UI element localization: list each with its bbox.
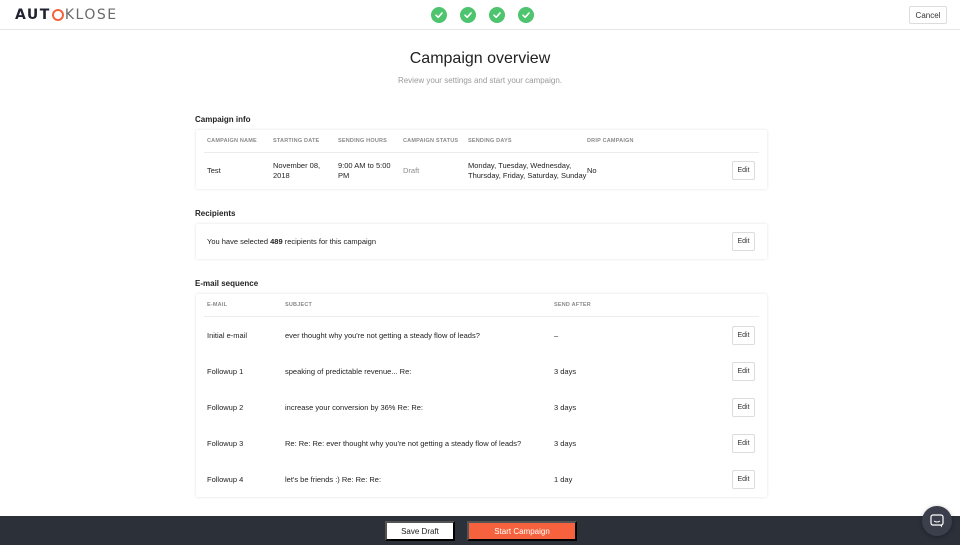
email-name: Followup 3 <box>207 439 244 448</box>
step-4-check-icon[interactable] <box>518 7 534 23</box>
starting-date-line-2: 2018 <box>273 171 290 180</box>
cancel-button[interactable]: Cancel <box>909 6 947 24</box>
sending-days-line-2: Thursday, Friday, Saturday, Sunday <box>468 171 587 180</box>
step-1-check-icon[interactable] <box>431 7 447 23</box>
campaign-name-value: Test <box>207 166 221 175</box>
recipients-count: 489 <box>270 237 283 246</box>
sending-hours-line-2: PM <box>338 171 350 180</box>
sending-hours-line-1: 9:00 AM to 5:00 <box>338 161 391 170</box>
col-starting-date: Starting date <box>273 138 320 144</box>
logo-gear-icon <box>51 9 64 21</box>
edit-email-button[interactable]: Edit <box>732 434 755 453</box>
edit-email-button[interactable]: Edit <box>732 398 755 417</box>
campaign-info-title: Campaign info <box>195 115 251 124</box>
col-campaign-status: Campaign status <box>403 138 459 144</box>
col-sending-hours: Sending hours <box>338 138 388 144</box>
email-subject: let's be friends :) Re: Re: Re: <box>285 475 382 484</box>
edit-email-button[interactable]: Edit <box>732 470 755 489</box>
email-send-after: 3 days <box>554 403 577 412</box>
edit-email-button[interactable]: Edit <box>732 326 755 345</box>
sending-hours-value: 9:00 AM to 5:00 PM <box>338 161 391 181</box>
logo-text-left: AUT <box>15 7 51 23</box>
chat-icon <box>930 514 944 528</box>
step-3-check-icon[interactable] <box>489 7 505 23</box>
sending-days-value: Monday, Tuesday, Wednesday, Thursday, Fr… <box>468 161 586 181</box>
email-name: Followup 2 <box>207 403 244 412</box>
email-subject: increase your conversion by 36% Re: Re: <box>285 403 423 412</box>
recipients-summary: You have selected 489 recipients for thi… <box>207 237 376 247</box>
logo-text-mid: K <box>64 7 76 23</box>
save-draft-button[interactable]: Save Draft <box>385 521 455 541</box>
step-2-check-icon[interactable] <box>460 7 476 23</box>
col-send-after: Send after <box>554 302 591 308</box>
email-send-after: – <box>554 331 559 340</box>
col-sending-days: Sending days <box>468 138 512 144</box>
email-sequence-card: E-mail Subject Send after Initial e-mail… <box>196 294 767 497</box>
campaign-info-card: Campaign name Starting date Sending hour… <box>196 130 767 189</box>
divider <box>204 316 759 317</box>
recipients-title: Recipients <box>195 209 236 218</box>
start-campaign-button[interactable]: Start Campaign <box>467 521 577 541</box>
email-send-after: 1 day <box>554 475 573 484</box>
chat-widget-button[interactable] <box>922 506 952 536</box>
bottom-action-bar: Save Draft Start Campaign <box>0 516 960 545</box>
recipients-text-after: recipients for this campaign <box>282 237 377 246</box>
recipients-text-before: You have selected <box>207 237 271 246</box>
email-sequence-title: E-mail sequence <box>195 279 259 288</box>
page-title: Campaign overview <box>409 50 551 67</box>
edit-recipients-button[interactable]: Edit <box>732 232 755 251</box>
page-subtitle: Review your settings and start your camp… <box>397 76 563 85</box>
progress-steps <box>431 7 547 23</box>
col-subject: Subject <box>285 302 313 308</box>
col-drip-campaign: Drip campaign <box>587 138 634 144</box>
logo-text-right: LOSE <box>75 7 118 23</box>
email-name: Followup 4 <box>207 475 244 484</box>
col-email: E-mail <box>207 302 228 308</box>
email-name: Initial e-mail <box>207 331 248 340</box>
email-name: Followup 1 <box>207 367 244 376</box>
sending-days-line-1: Monday, Tuesday, Wednesday, <box>468 161 572 170</box>
email-subject: speaking of predictable revenue... Re: <box>285 367 412 376</box>
starting-date-line-1: November 08, <box>273 161 321 170</box>
campaign-status-value: Draft <box>403 166 420 175</box>
top-bar: AUT K LOSE Cancel <box>0 0 960 30</box>
drip-campaign-value: No <box>587 166 597 175</box>
edit-email-button[interactable]: Edit <box>732 362 755 381</box>
divider <box>204 152 759 153</box>
starting-date-value: November 08, 2018 <box>273 161 320 181</box>
autoklose-logo[interactable]: AUT K LOSE <box>15 7 118 23</box>
recipients-card: You have selected 489 recipients for thi… <box>196 224 767 259</box>
email-subject: Re: Re: Re: ever thought why you're not … <box>285 439 522 448</box>
email-send-after: 3 days <box>554 367 577 376</box>
edit-campaign-info-button[interactable]: Edit <box>732 161 755 180</box>
email-subject: ever thought why you're not getting a st… <box>285 331 480 340</box>
col-campaign-name: Campaign name <box>207 138 257 144</box>
email-send-after: 3 days <box>554 439 577 448</box>
